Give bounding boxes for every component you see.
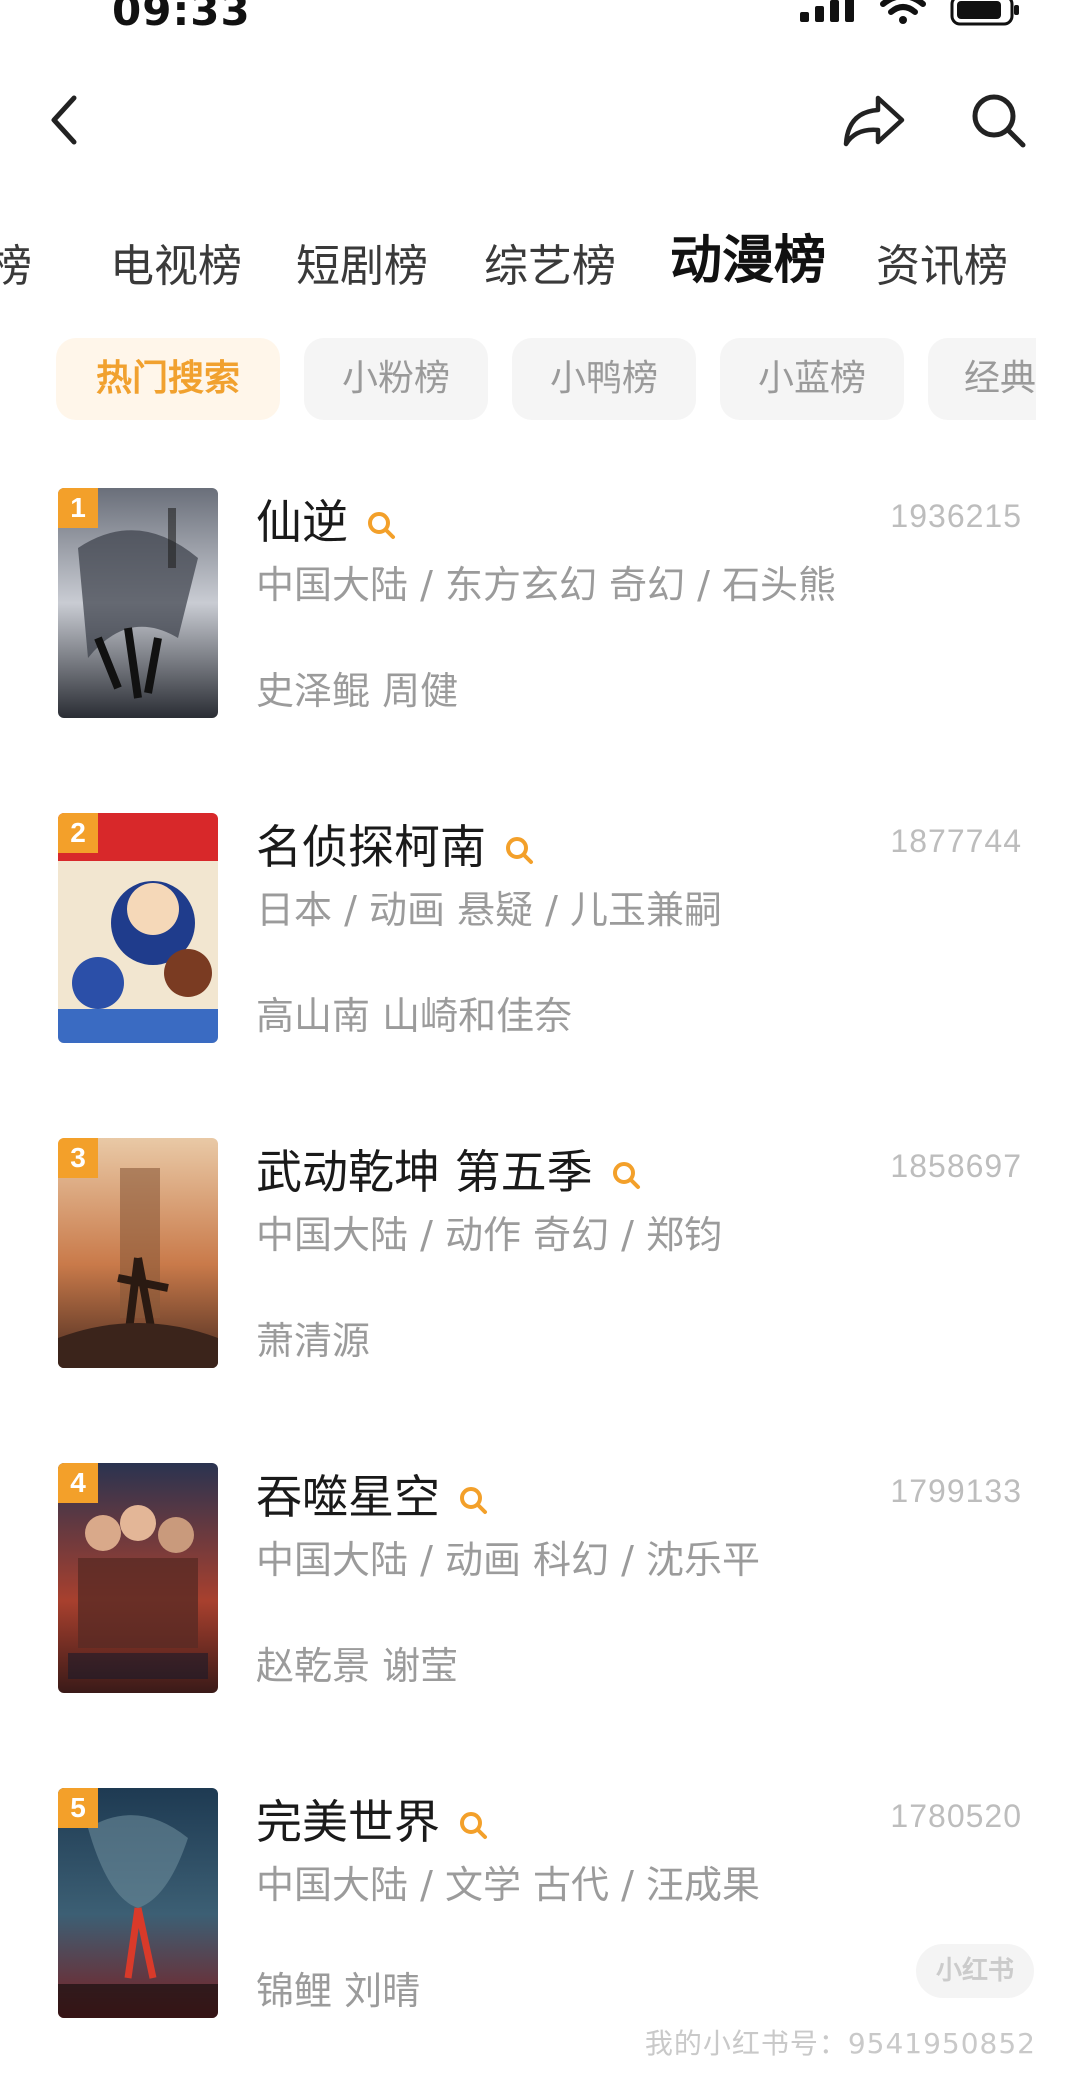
share-icon	[843, 95, 905, 147]
list-item[interactable]: 4 吞噬星空 1799133 中国大陆 / 动画 科幻 / 沈乐平 赵乾景 谢莹	[0, 1463, 1080, 1695]
rank-badge: 1	[58, 488, 98, 528]
search-icon	[972, 94, 1026, 148]
poster-image: 1	[58, 488, 218, 718]
battery-icon	[950, 0, 1022, 30]
search-icon[interactable]	[366, 510, 396, 540]
item-title: 仙逆	[256, 495, 348, 549]
ranking-filter-chips: 热门搜索 小粉榜 小鸭榜 小蓝榜 经典	[56, 338, 1036, 420]
share-button[interactable]	[834, 80, 914, 160]
search-icon[interactable]	[458, 1485, 488, 1515]
rank-badge: 2	[58, 813, 98, 853]
poster-image: 5	[58, 1788, 218, 2018]
item-cast: 高山南 山崎和佳奈	[256, 994, 573, 1038]
chip-blue-list[interactable]: 小蓝榜	[720, 338, 904, 420]
item-title-row: 吞噬星空	[256, 1467, 488, 1527]
item-title-row: 仙逆	[256, 492, 396, 552]
rank-badge: 5	[58, 1788, 98, 1828]
back-button[interactable]	[24, 80, 104, 160]
item-title: 武动乾坤 第五季	[256, 1145, 593, 1199]
list-item[interactable]: 2 名侦探柯南 1877744 日本 / 动画 悬疑 / 儿玉兼嗣 高山南 山崎…	[0, 813, 1080, 1045]
item-title: 吞噬星空	[256, 1470, 440, 1524]
item-meta: 中国大陆 / 动作 奇幻 / 郑钧	[256, 1213, 723, 1257]
heat-score: 1780520	[890, 1798, 1022, 1834]
tab-variety[interactable]: 综艺榜	[484, 232, 616, 302]
status-icons	[800, 0, 1022, 30]
top-navigation-bar	[0, 80, 1080, 160]
item-cast: 萧清源	[256, 1319, 371, 1363]
item-cast: 锦鲤 刘晴	[256, 1969, 421, 2013]
item-cast: 史泽鲲 周健	[256, 669, 459, 713]
category-tabs: 榜 电视榜 短剧榜 综艺榜 动漫榜 资讯榜	[0, 232, 1080, 302]
chip-classic[interactable]: 经典	[928, 338, 1036, 420]
heat-score: 1877744	[890, 823, 1022, 859]
chip-pink-list[interactable]: 小粉榜	[304, 338, 488, 420]
item-title-row: 武动乾坤 第五季	[256, 1142, 641, 1202]
chevron-left-icon	[51, 95, 77, 145]
list-item[interactable]: 3 武动乾坤 第五季 1858697 中国大陆 / 动作 奇幻 / 郑钧 萧清源	[0, 1138, 1080, 1370]
search-icon[interactable]	[504, 835, 534, 865]
item-title: 名侦探柯南	[256, 820, 486, 874]
item-meta: 中国大陆 / 东方玄幻 奇幻 / 石头熊	[256, 563, 837, 607]
heat-score: 1799133	[890, 1473, 1022, 1509]
list-item[interactable]: 5 完美世界 1780520 中国大陆 / 文学 古代 / 汪成果 锦鲤 刘晴	[0, 1788, 1080, 2020]
watermark-logo: 小红书	[916, 1944, 1034, 1998]
list-item[interactable]: 1 仙逆 1936215 中国大陆 / 东方玄幻 奇幻 / 石头熊 史泽鲲 周健	[0, 488, 1080, 720]
search-button[interactable]	[958, 80, 1038, 160]
tab-tv[interactable]: 电视榜	[110, 232, 242, 302]
chip-duck-list[interactable]: 小鸭榜	[512, 338, 696, 420]
signal-icon	[800, 0, 856, 26]
item-meta: 中国大陆 / 动画 科幻 / 沈乐平	[256, 1538, 761, 1582]
item-title: 完美世界	[256, 1795, 440, 1849]
tab-partial[interactable]: 榜	[0, 232, 32, 302]
poster-image: 4	[58, 1463, 218, 1693]
chip-hot-search[interactable]: 热门搜索	[56, 338, 280, 420]
item-cast: 赵乾景 谢莹	[256, 1644, 459, 1688]
watermark-text: 我的小红书号：9541950852	[644, 2027, 1036, 2060]
item-meta: 中国大陆 / 文学 古代 / 汪成果	[256, 1863, 761, 1907]
tab-news[interactable]: 资讯榜	[876, 232, 1008, 302]
status-bar: 09:33	[0, 0, 1080, 40]
search-icon[interactable]	[611, 1160, 641, 1190]
rank-badge: 3	[58, 1138, 98, 1178]
heat-score: 1858697	[890, 1148, 1022, 1184]
item-title-row: 完美世界	[256, 1792, 488, 1852]
tab-anime[interactable]: 动漫榜	[670, 232, 826, 296]
item-meta: 日本 / 动画 悬疑 / 儿玉兼嗣	[256, 888, 723, 932]
tab-short-drama[interactable]: 短剧榜	[296, 232, 428, 302]
status-time: 09:33	[112, 0, 251, 35]
rank-badge: 4	[58, 1463, 98, 1503]
heat-score: 1936215	[890, 498, 1022, 534]
item-title-row: 名侦探柯南	[256, 817, 534, 877]
poster-image: 2	[58, 813, 218, 1043]
poster-image: 3	[58, 1138, 218, 1368]
search-icon[interactable]	[458, 1810, 488, 1840]
wifi-icon	[880, 0, 926, 28]
